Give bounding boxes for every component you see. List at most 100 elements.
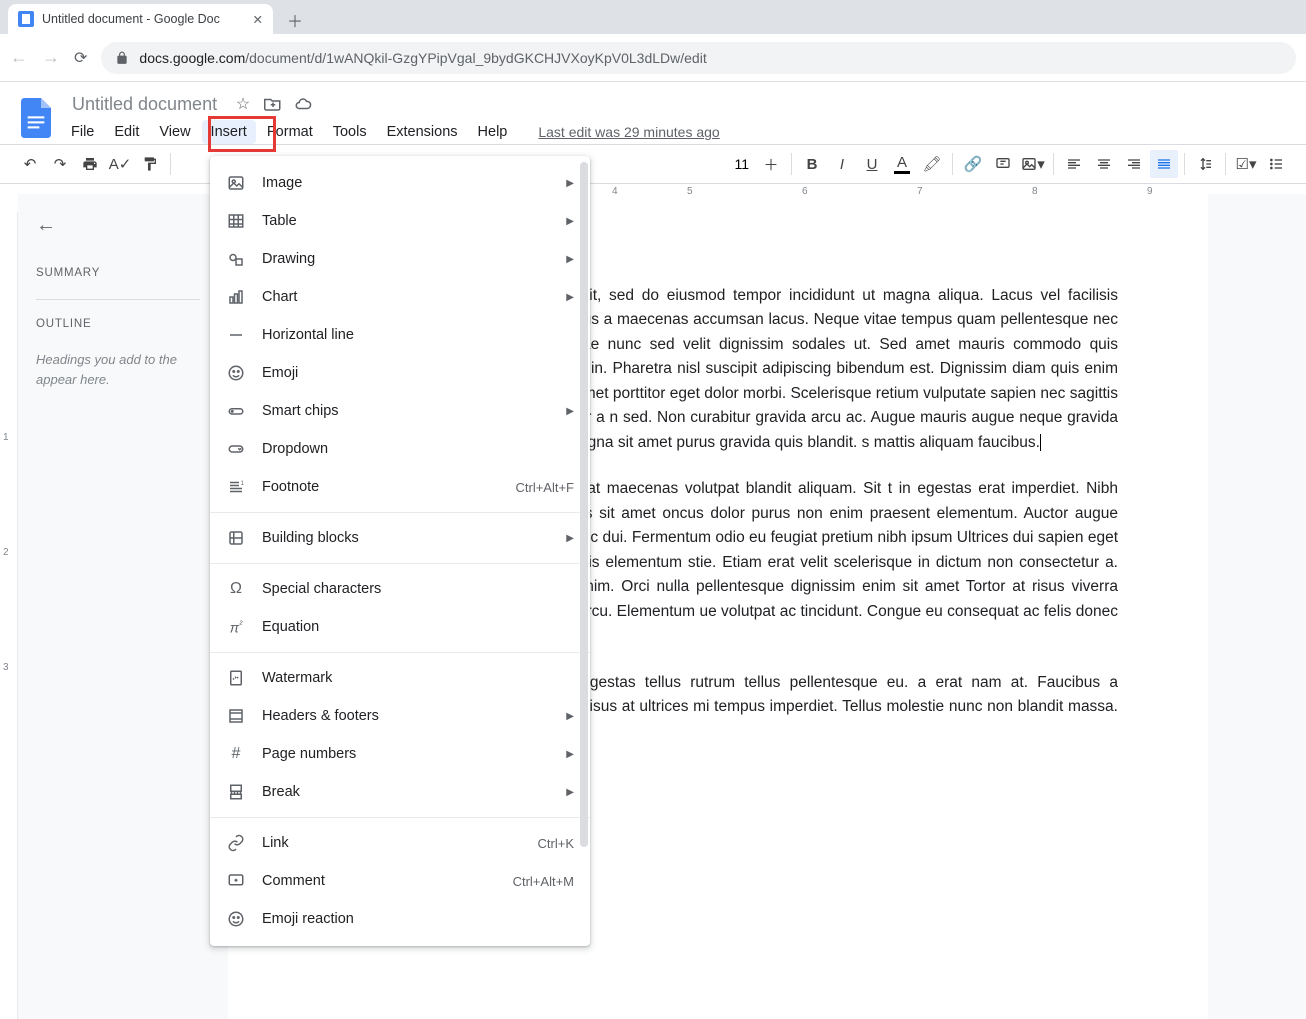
menu-shortcut: Ctrl+K [538,836,574,851]
move-folder-icon[interactable] [263,94,283,114]
insert-menu-link[interactable]: LinkCtrl+K [210,824,590,862]
menu-insert[interactable]: Insert [202,120,256,144]
nav-back-button[interactable]: ← [10,47,28,68]
menu-format[interactable]: Format [258,120,322,144]
insert-menu-break[interactable]: Break▶ [210,773,590,811]
menu-item-label: Footnote [262,479,499,495]
browser-tab[interactable]: Untitled document - Google Doc ✕ [8,4,273,34]
insert-menu-footnote[interactable]: 1FootnoteCtrl+Alt+F [210,468,590,506]
undo-button[interactable]: ↶ [16,150,44,178]
menu-tools[interactable]: Tools [324,120,376,144]
menu-shortcut: Ctrl+Alt+M [513,874,574,889]
menu-item-label: Comment [262,873,497,889]
last-edit-link[interactable]: Last edit was 29 minutes ago [538,124,719,140]
spellcheck-button[interactable]: A✓ [106,150,134,178]
nav-forward-button[interactable]: → [42,47,60,68]
underline-button[interactable]: U [858,150,886,178]
sidebar-back-button[interactable]: ← [36,214,200,237]
fontsize-input[interactable]: 11 [728,156,755,172]
insert-menu-special-characters[interactable]: ΩSpecial characters [210,570,590,608]
insert-menu-chart[interactable]: Chart ▶ [210,278,590,316]
vruler-mark: 2 [3,547,9,558]
menu-item-label: Chart [262,289,550,305]
browser-chrome: Untitled document - Google Doc ✕ ＋ ← → ⟳… [0,0,1306,82]
menu-extensions[interactable]: Extensions [378,120,467,144]
insert-menu-page-numbers[interactable]: #Page numbers▶ [210,735,590,773]
menu-edit[interactable]: Edit [105,120,148,144]
vruler-mark: 3 [3,662,9,673]
close-tab-icon[interactable]: ✕ [253,12,263,27]
insert-menu-image[interactable]: Image▶ [210,164,590,202]
submenu-arrow-icon: ▶ [566,711,574,722]
insert-menu-watermark[interactable]: Watermark [210,659,590,697]
print-button[interactable] [76,150,104,178]
align-center-button[interactable] [1090,150,1118,178]
menu-view[interactable]: View [150,120,199,144]
tab-title: Untitled document - Google Doc [42,12,220,26]
insert-menu-smart-chips[interactable]: Smart chips ▶ [210,392,590,430]
document-title[interactable]: Untitled document [66,92,223,117]
new-tab-button[interactable]: ＋ [281,6,309,34]
toolbar: ↶ ↷ A✓ 11 ＋ B I U A 🖍 🔗 ▾ ☑▾ [0,144,1306,184]
menu-divider [210,817,590,818]
url-field[interactable]: docs.google.com/document/d/1wANQkil-GzgY… [101,42,1296,74]
svg-text:1: 1 [241,481,245,487]
cloud-status-icon[interactable] [293,94,313,114]
insert-image-button[interactable]: ▾ [1019,150,1047,178]
insert-menu-horizontal-line[interactable]: Horizontal line [210,316,590,354]
insert-comment-button[interactable] [989,150,1017,178]
menu-item-label: Emoji [262,365,574,381]
italic-button[interactable]: I [828,150,856,178]
align-right-button[interactable] [1120,150,1148,178]
bullet-list-button[interactable] [1262,150,1290,178]
insert-menu-equation[interactable]: π²Equation [210,608,590,646]
align-left-button[interactable] [1060,150,1088,178]
redo-button[interactable]: ↷ [46,150,74,178]
submenu-arrow-icon: ▶ [566,749,574,760]
menu-item-label: Drawing [262,251,550,267]
checklist-button[interactable]: ☑▾ [1232,150,1260,178]
menu-help[interactable]: Help [469,120,517,144]
submenu-arrow-icon: ▶ [566,406,574,417]
align-justify-button[interactable] [1150,150,1178,178]
star-icon[interactable]: ☆ [233,94,253,114]
menu-item-label: Dropdown [262,441,574,457]
menu-item-label: Watermark [262,670,574,686]
blocks-icon [226,528,246,548]
insert-menu-emoji[interactable]: Emoji [210,354,590,392]
submenu-arrow-icon: ▶ [566,292,574,303]
dropdown-scrollbar[interactable] [580,162,588,847]
reload-button[interactable]: ⟳ [74,48,87,68]
lock-icon [115,51,129,65]
menu-item-label: Page numbers [262,746,550,762]
fontsize-increase-button[interactable]: ＋ [757,150,785,178]
docs-header: Untitled document ☆ File Edit View Inser… [0,82,1306,144]
insert-menu-building-blocks[interactable]: Building blocks▶ [210,519,590,557]
menu-divider [210,512,590,513]
paint-format-button[interactable] [136,150,164,178]
menu-file[interactable]: File [62,120,103,144]
insert-menu-comment[interactable]: Comment Ctrl+Alt+M [210,862,590,900]
insert-link-button[interactable]: 🔗 [959,150,987,178]
highlight-button[interactable]: 🖍 [918,150,946,178]
comment-icon [226,871,246,891]
menu-item-label: Smart chips [262,403,550,419]
menu-item-label: Building blocks [262,530,550,546]
docs-logo-icon[interactable] [16,94,56,142]
summary-heading: SUMMARY [36,267,200,279]
image-icon [226,173,246,193]
menu-divider [210,563,590,564]
menu-item-label: Horizontal line [262,327,574,343]
text-color-button[interactable]: A [888,150,916,178]
menu-item-label: Table [262,213,550,229]
link-icon [226,833,246,853]
bold-button[interactable]: B [798,150,826,178]
insert-menu-dropdown[interactable]: Dropdown [210,430,590,468]
table-icon [226,211,246,231]
insert-menu-emoji-reaction[interactable]: Emoji reaction [210,900,590,938]
vertical-ruler[interactable]: 1 2 3 [0,212,18,1019]
insert-menu-table[interactable]: Table▶ [210,202,590,240]
line-spacing-button[interactable] [1191,150,1219,178]
insert-menu-drawing[interactable]: Drawing▶ [210,240,590,278]
insert-menu-headers-footers[interactable]: Headers & footers▶ [210,697,590,735]
